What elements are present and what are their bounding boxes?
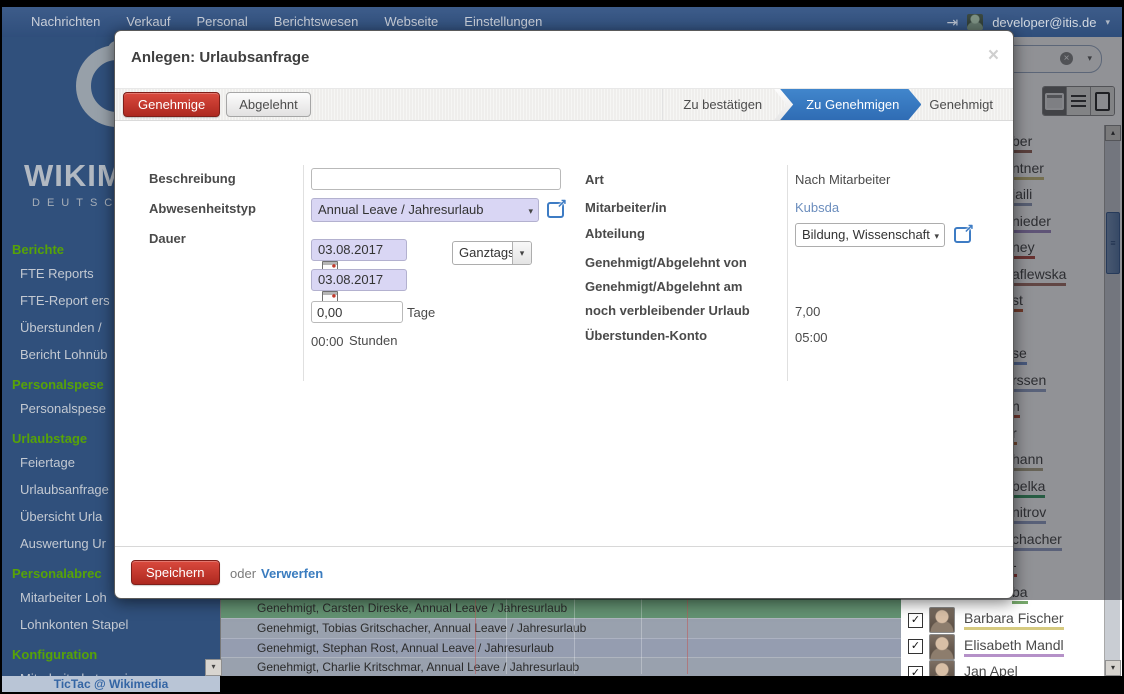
grid-marker-line — [687, 598, 688, 674]
save-button[interactable]: Speichern — [131, 560, 220, 585]
employee-avatar — [929, 634, 955, 660]
leave-request-row[interactable]: Genehmigt, Tobias Gritschacher, Annual L… — [221, 618, 901, 638]
brand-wordmark: WIKIM — [24, 158, 124, 194]
employee-label: Mitarbeiter/in — [585, 200, 667, 215]
user-avatar — [967, 14, 983, 30]
app-footer-brand: TicTac @ Wikimedia — [2, 676, 220, 692]
date-to-input[interactable]: 03.08.2017 — [311, 269, 407, 291]
approve-button[interactable]: Genehmige — [123, 92, 220, 117]
description-input[interactable] — [311, 168, 561, 190]
sidebar-item[interactable]: Mitarbeiterkategorie — [2, 665, 220, 676]
remaining-leave-label: noch verbleibender Urlaub — [585, 303, 750, 318]
leave-request-row[interactable]: Genehmigt, Stephan Rost, Annual Leave / … — [221, 638, 901, 658]
absence-type-select[interactable]: Annual Leave / Jahresurlaub ▾ — [311, 198, 539, 222]
vacation-request-dialog: Anlegen: Urlaubsanfrage × Genehmige Abge… — [114, 30, 1014, 599]
employee-avatar — [929, 607, 955, 633]
days-unit-label: Tage — [407, 305, 435, 320]
grid-marker-line — [475, 598, 476, 674]
hours-unit-label: Stunden — [349, 333, 397, 348]
approved-on-label: Genehmigt/Abgelehnt am — [585, 279, 742, 294]
overtime-label: Überstunden-Konto — [585, 328, 707, 343]
status-step-zu-genehmigen[interactable]: Zu Genehmigen — [780, 89, 921, 120]
leave-request-row-label: Genehmigt, Charlie Kritschmar, Annual Le… — [257, 660, 579, 674]
form-separator — [787, 165, 788, 381]
chevron-down-icon: ▾ — [934, 225, 939, 247]
user-menu[interactable]: developer@itis.de — [992, 15, 1096, 30]
nav-menu-item[interactable]: Nachrichten — [18, 7, 113, 37]
grid-column-separator — [641, 598, 642, 674]
row-checkbox[interactable]: ✓ — [908, 639, 923, 654]
logout-icon[interactable]: ⇥ — [946, 14, 958, 31]
approved-by-label: Genehmigt/Abgelehnt von — [585, 255, 747, 270]
description-label: Beschreibung — [149, 171, 236, 186]
employee-list-item[interactable]: ✓ Elisabeth Mandl — [884, 634, 1106, 661]
allday-select[interactable]: Ganztags ▾ — [452, 241, 532, 265]
reject-button[interactable]: Abgelehnt — [226, 92, 311, 117]
chevron-down-icon: ▾ — [528, 200, 533, 222]
or-label: oder — [230, 566, 256, 581]
sidebar-item[interactable]: Lohnkonten Stapel — [2, 611, 220, 638]
sidebar-scroll-down-button[interactable]: ▾ — [205, 659, 222, 676]
open-record-icon[interactable]: ↗ — [547, 202, 564, 218]
department-label: Abteilung — [585, 226, 645, 241]
remaining-leave-value: 7,00 — [795, 304, 820, 319]
leave-request-rows: Genehmigt, Carsten Direske, Annual Leave… — [220, 598, 901, 676]
employee-list-item[interactable]: ✓ Barbara Fischer — [884, 607, 1106, 634]
brand-subtitle: DEUTSC — [32, 197, 119, 209]
grid-column-separator — [574, 598, 575, 674]
row-checkbox[interactable]: ✓ — [908, 613, 923, 628]
art-value: Nach Mitarbeiter — [795, 172, 890, 187]
date-from-input[interactable]: 03.08.2017 — [311, 239, 407, 261]
employee-list-item[interactable]: ✓ Jan Apel — [884, 660, 1106, 676]
grid-column-separator — [506, 598, 507, 674]
dialog-title: Anlegen: Urlaubsanfrage — [131, 49, 309, 66]
hours-value: 00:00 — [311, 334, 344, 349]
employee-avatar — [929, 660, 955, 676]
dialog-footer: Speichern oder Verwerfen — [115, 546, 1013, 598]
status-step-genehmigt[interactable]: Genehmigt — [925, 97, 1003, 112]
employee-name: Barbara Fischer — [964, 610, 1064, 630]
employee-link[interactable]: Kubsda — [795, 200, 839, 215]
department-select[interactable]: Bildung, Wissenschaft ▾ — [795, 223, 945, 247]
leave-request-row-label: Genehmigt, Tobias Gritschacher, Annual L… — [257, 621, 586, 635]
leave-request-row-label: Genehmigt, Stephan Rost, Annual Leave / … — [257, 641, 554, 655]
employee-name: Jan Apel — [964, 663, 1018, 676]
employee-name: Elisabeth Mandl — [964, 637, 1064, 657]
leave-request-row[interactable]: Genehmigt, Charlie Kritschmar, Annual Le… — [221, 657, 901, 676]
absence-type-label: Abwesenheitstyp — [149, 201, 256, 216]
leave-request-row-label: Genehmigt, Carsten Direske, Annual Leave… — [257, 601, 567, 615]
chevron-down-icon: ▾ — [1105, 17, 1110, 28]
art-label: Art — [585, 172, 604, 187]
scroll-down-icon[interactable]: ▾ — [1105, 660, 1121, 676]
chevron-down-icon: ▾ — [512, 242, 531, 264]
leave-request-row[interactable]: Genehmigt, Carsten Direske, Annual Leave… — [221, 598, 901, 618]
overtime-value: 05:00 — [795, 330, 828, 345]
status-step-zu-bestaetigen[interactable]: Zu bestätigen — [679, 97, 766, 112]
sidebar-item[interactable]: Konfiguration — [2, 638, 220, 665]
discard-link[interactable]: Verwerfen — [261, 566, 323, 581]
form-separator — [303, 165, 304, 381]
duration-label: Dauer — [149, 231, 186, 246]
close-icon[interactable]: × — [988, 45, 999, 67]
status-bar: Zu bestätigen Zu Genehmigen Genehmigt — [662, 89, 1003, 120]
open-record-icon[interactable]: ↗ — [954, 227, 971, 243]
days-input[interactable] — [311, 301, 403, 323]
row-checkbox[interactable]: ✓ — [908, 666, 923, 676]
dialog-toolbar: Genehmige Abgelehnt Zu bestätigen Zu Gen… — [115, 88, 1013, 121]
